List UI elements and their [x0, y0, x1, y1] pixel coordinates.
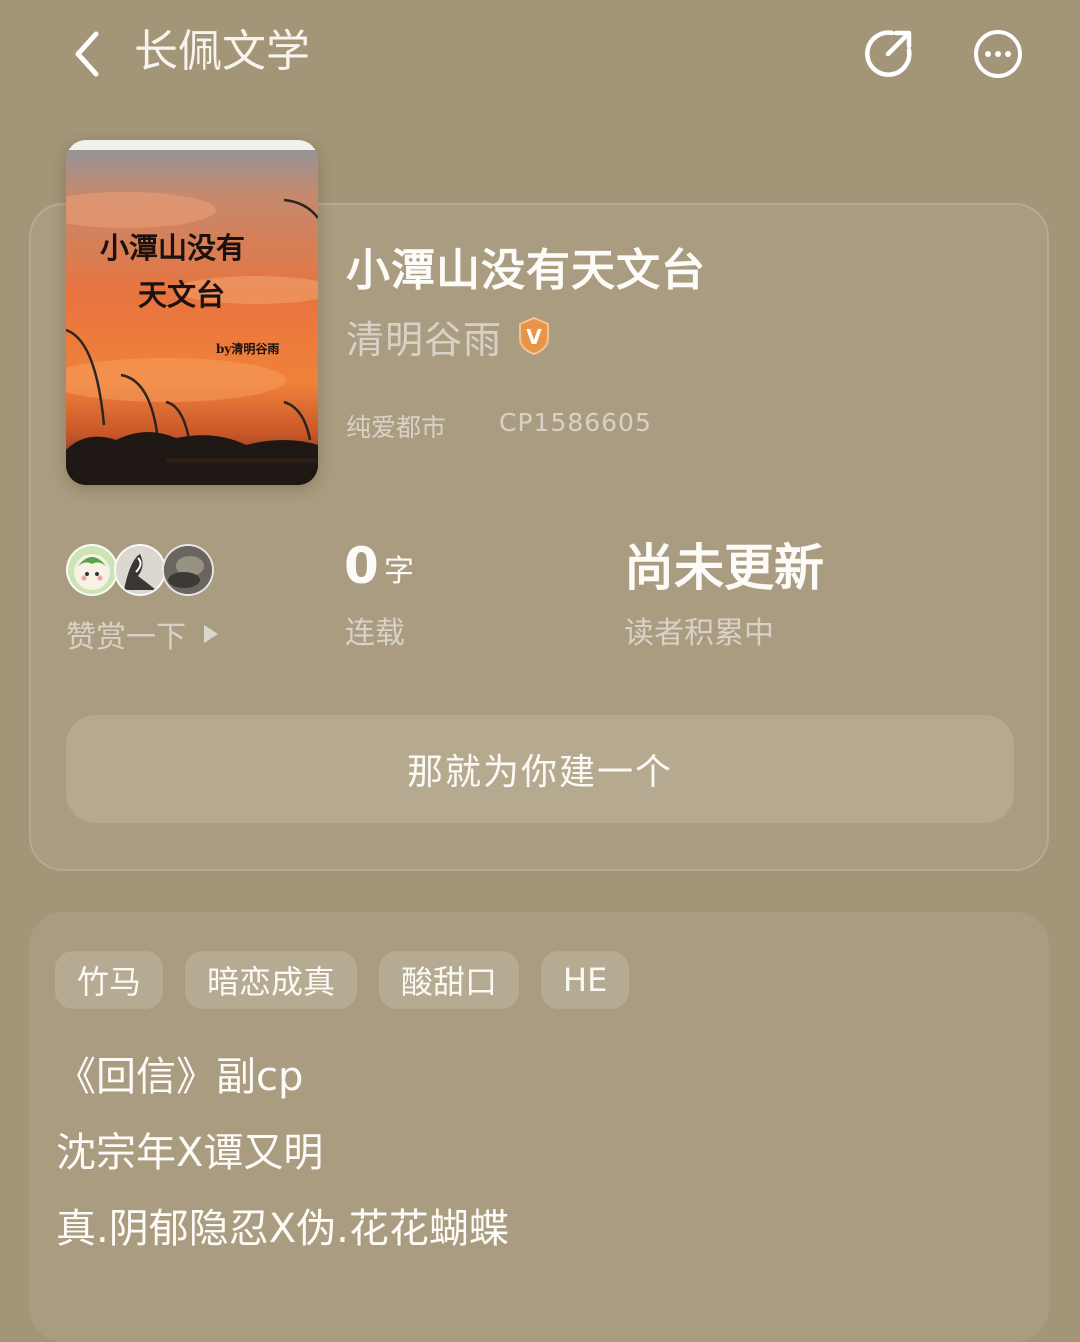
more-dots-icon — [974, 30, 1022, 78]
cp-id: CP1586605 — [499, 408, 652, 437]
word-unit: 字 — [384, 554, 414, 589]
author-name[interactable]: 清明谷雨 — [346, 309, 502, 364]
cover-byline: by清明谷雨 — [216, 341, 279, 356]
word-count: 0 — [344, 537, 379, 595]
book-cover[interactable]: 小潭山没有 天文台 by清明谷雨 — [66, 140, 318, 485]
sketch-avatar-icon — [116, 546, 164, 594]
smoke-avatar-icon — [164, 546, 212, 594]
top-nav-bar: 长佩文学 — [0, 0, 1080, 110]
description-line: 《回信》副cp — [56, 1054, 304, 1100]
tag-list: 竹马 暗恋成真 酸甜口 HE — [55, 951, 651, 1009]
cover-art: 小潭山没有 天文台 by清明谷雨 — [66, 140, 318, 485]
tag-chip[interactable]: 暗恋成真 — [185, 951, 358, 1009]
cover-title-line1: 小潭山没有 — [100, 231, 245, 265]
serial-status-label: 连载 — [345, 616, 405, 651]
svg-text:V: V — [526, 325, 542, 349]
book-title: 小潭山没有天文台 — [346, 245, 706, 296]
genre-label: 纯爱都市 — [346, 413, 447, 442]
more-button[interactable] — [972, 28, 1024, 80]
play-arrow-icon — [204, 625, 218, 643]
description-line: 真.阴郁隐忍X伪.花花蝴蝶 — [56, 1206, 509, 1252]
reward-label: 赞赏一下 — [66, 620, 186, 655]
back-button[interactable] — [66, 26, 116, 82]
reward-button[interactable]: 赞赏一下 — [66, 612, 220, 656]
avatar — [162, 544, 214, 596]
author-row[interactable]: 清明谷雨 V — [346, 308, 554, 364]
tag-chip[interactable]: 酸甜口 — [379, 951, 520, 1009]
cabbage-avatar-icon — [74, 554, 110, 590]
verified-badge-icon: V — [519, 316, 550, 356]
share-icon — [865, 30, 912, 77]
chevron-left-icon — [75, 31, 99, 77]
update-status: 尚未更新 — [624, 539, 824, 597]
description-line: 沈宗年X谭又明 — [56, 1130, 324, 1176]
avatar — [66, 544, 118, 596]
tag-chip[interactable]: HE — [541, 951, 630, 1009]
cover-title-line2: 天文台 — [138, 278, 225, 312]
reward-avatars[interactable] — [66, 544, 216, 600]
app-title: 长佩文学 — [134, 26, 310, 77]
tag-chip[interactable]: 竹马 — [55, 951, 164, 1009]
update-label: 读者积累中 — [624, 616, 774, 651]
avatar — [114, 544, 166, 596]
build-button[interactable]: 那就为你建一个 — [66, 715, 1014, 823]
share-button[interactable] — [862, 28, 914, 80]
